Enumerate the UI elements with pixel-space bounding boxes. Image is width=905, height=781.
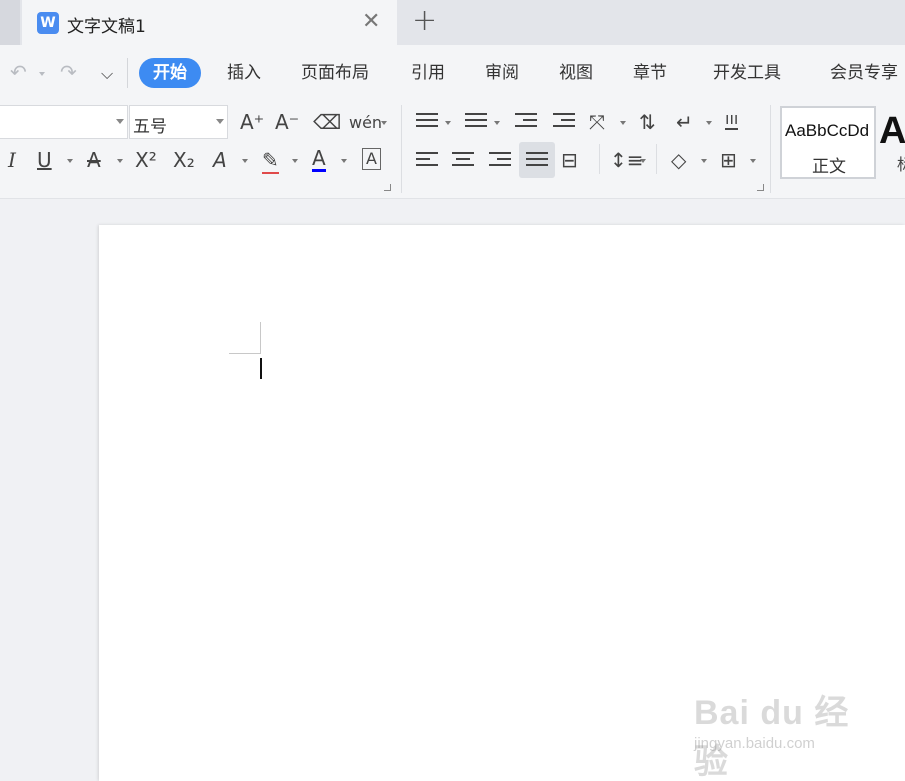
watermark: Bai du 经验 jingyan.baidu.com (694, 685, 864, 781)
paragraph-mark-icon[interactable]: ↵ (676, 110, 693, 134)
borders-icon[interactable]: ⊞ (720, 148, 737, 172)
menu-section[interactable]: 章节 (633, 62, 667, 84)
strikethrough-dropdown-icon[interactable] (117, 159, 123, 163)
line-spacing-dropdown-icon[interactable] (640, 159, 646, 163)
numbering-icon[interactable] (465, 113, 487, 131)
decrease-indent-icon[interactable] (515, 113, 537, 131)
highlight-dropdown-icon[interactable] (292, 159, 298, 163)
paragraph-mark-dropdown-icon[interactable] (706, 121, 712, 125)
bullets-dropdown-icon[interactable] (445, 121, 451, 125)
ruler-icon[interactable]: ııı (725, 110, 739, 130)
text-effects-dropdown-icon[interactable] (242, 159, 248, 163)
pinyin-guide-icon[interactable]: wén (349, 111, 382, 135)
menu-review[interactable]: 审阅 (485, 62, 519, 84)
chevron-down-icon (216, 119, 224, 124)
menu-divider (127, 58, 128, 88)
bullets-icon[interactable] (416, 113, 438, 131)
style-normal[interactable]: AaBbCcDd 正文 (780, 106, 876, 179)
borders-dropdown-icon[interactable] (750, 159, 756, 163)
highlight-icon[interactable]: ✎ (262, 148, 279, 174)
shrink-font-icon[interactable]: A⁻ (275, 110, 299, 134)
wps-writer-icon: W (37, 12, 59, 34)
ribbon-inner-divider (656, 144, 657, 174)
clear-format-icon[interactable]: ⌫ (313, 110, 341, 134)
text-effects-icon[interactable]: A (213, 148, 227, 172)
font-dialog-launcher-icon[interactable] (384, 184, 391, 191)
character-border-icon[interactable]: A (362, 148, 381, 170)
undo-dropdown-icon[interactable] (39, 72, 45, 76)
style-normal-sample: AaBbCcDd (785, 121, 870, 140)
menu-developer-tools[interactable]: 开发工具 (713, 62, 781, 84)
ribbon-group-divider (770, 105, 771, 193)
menu-insert[interactable]: 插入 (227, 62, 261, 84)
font-color-dropdown-icon[interactable] (341, 159, 347, 163)
menu-bar: ↶ ↷ ⌵ 开始 插入 页面布局 引用 审阅 视图 章节 开发工具 会员专享 (0, 45, 905, 101)
increase-indent-icon[interactable] (553, 113, 575, 131)
margin-corner-mark (229, 353, 261, 354)
chinese-layout-dropdown-icon[interactable] (620, 121, 626, 125)
watermark-logo: Bai du 经验 (694, 694, 850, 781)
redo-icon[interactable]: ↷ (60, 62, 77, 82)
line-spacing-icon[interactable]: ↕≡ (610, 148, 644, 172)
superscript-icon[interactable]: X² (135, 148, 157, 172)
distributed-align-icon[interactable]: ⊟ (561, 148, 578, 172)
italic-icon[interactable]: I (8, 148, 16, 172)
grow-font-icon[interactable]: A⁺ (240, 110, 264, 134)
shading-dropdown-icon[interactable] (701, 159, 707, 163)
align-left-icon[interactable] (416, 152, 438, 170)
underline-icon[interactable]: U (37, 148, 52, 172)
previous-tab-sliver[interactable] (0, 0, 20, 45)
font-color-icon[interactable]: A (312, 148, 326, 172)
chevron-down-icon (116, 119, 124, 124)
font-size-select[interactable]: 五号 (129, 105, 228, 139)
style-heading-name: 标 (897, 151, 905, 175)
ribbon: 五号 A⁺ A⁻ ⌫ wén I U A X² X₂ A ✎ A A ⤧ ⇅ ↵… (0, 101, 905, 199)
numbering-dropdown-icon[interactable] (494, 121, 500, 125)
style-normal-name: 正文 (812, 157, 846, 177)
close-icon[interactable]: ✕ (362, 11, 380, 33)
subscript-icon[interactable]: X₂ (173, 148, 195, 172)
menu-references[interactable]: 引用 (411, 62, 445, 84)
font-size-value: 五号 (133, 117, 167, 137)
shading-icon[interactable]: ◇ (671, 148, 686, 172)
ribbon-inner-divider (599, 144, 600, 174)
align-right-icon[interactable] (489, 152, 511, 170)
menu-member[interactable]: 会员专享 (830, 62, 898, 84)
menu-view[interactable]: 视图 (559, 62, 593, 84)
chinese-layout-icon[interactable]: ⤧ (589, 110, 605, 134)
undo-icon[interactable]: ↶ (10, 62, 27, 82)
justify-icon (526, 152, 548, 170)
menu-home[interactable]: 开始 (139, 58, 201, 88)
style-heading-sample[interactable]: A (879, 109, 905, 153)
text-cursor (260, 358, 262, 379)
font-name-select[interactable] (0, 105, 128, 139)
paragraph-dialog-launcher-icon[interactable] (757, 184, 764, 191)
margin-corner-mark (260, 322, 261, 354)
underline-dropdown-icon[interactable] (67, 159, 73, 163)
menu-page-layout[interactable]: 页面布局 (301, 62, 369, 84)
align-center-icon[interactable] (452, 152, 474, 170)
watermark-url: jingyan.baidu.com (694, 735, 815, 752)
ribbon-group-divider (401, 105, 402, 193)
sort-icon[interactable]: ⇅ (639, 110, 656, 134)
new-tab-button[interactable]: + (412, 6, 437, 36)
tab-title: 文字文稿1 (67, 17, 146, 37)
pinyin-dropdown-icon[interactable] (381, 121, 387, 125)
tab-bar: W 文字文稿1 ✕ + (0, 0, 905, 45)
strikethrough-icon[interactable]: A (87, 148, 101, 172)
document-tab[interactable]: W 文字文稿1 ✕ (22, 0, 397, 45)
quick-access-more-icon[interactable]: ⌵ (101, 64, 113, 84)
